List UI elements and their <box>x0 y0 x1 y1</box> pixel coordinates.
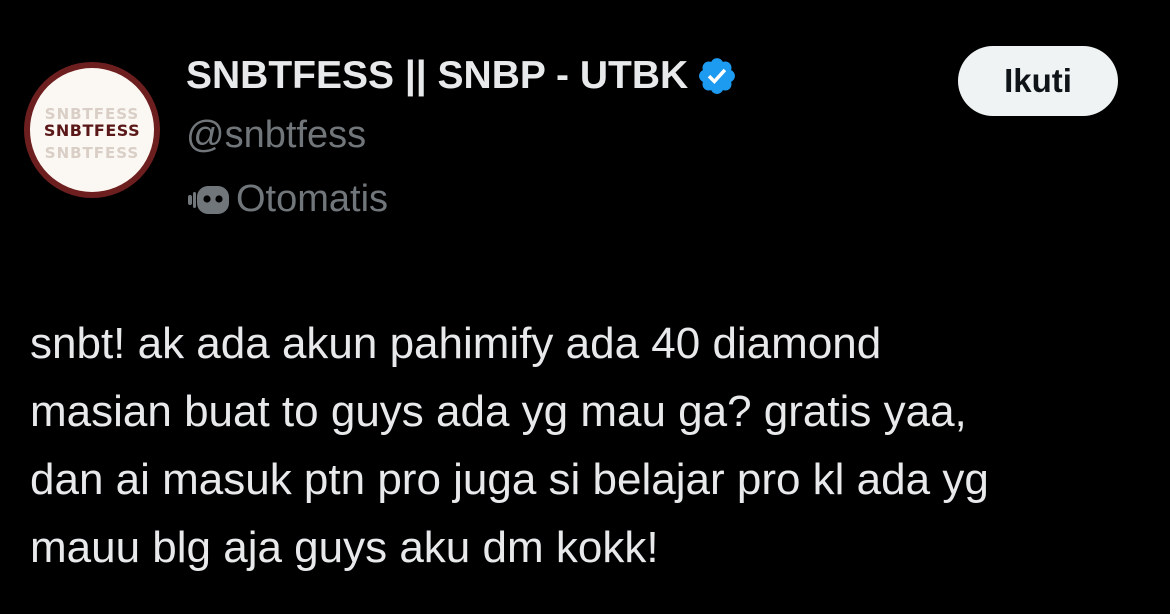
tweet-text-line: mauu blg aja guys aku dm kokk! <box>30 523 659 572</box>
tweet-text-line: dan ai masuk ptn pro juga si belajar pro… <box>30 455 989 504</box>
author-handle[interactable]: @snbtfess <box>186 114 366 157</box>
follow-button[interactable]: Ikuti <box>958 46 1118 116</box>
author-display-name[interactable]: SNBTFESS || SNBP - UTBK <box>186 54 688 98</box>
bot-icon <box>184 180 234 220</box>
tweet-text-line: masian buat to guys ada yg mau ga? grati… <box>30 387 967 436</box>
tweet-body: snbt! ak ada akun pahimify ada 40 diamon… <box>30 310 1150 582</box>
tweet-text-line: snbt! ak ada akun pahimify ada 40 diamon… <box>30 319 882 368</box>
verified-badge-icon[interactable] <box>696 55 738 97</box>
automated-label-text: Otomatis <box>236 178 389 220</box>
avatar-watermark-bottom: SNBTFESS <box>44 144 140 162</box>
avatar-logo-text: SNBTFESS <box>43 120 141 140</box>
author-name-row: SNBTFESS || SNBP - UTBK <box>186 54 738 98</box>
automated-account-label[interactable]: Otomatis <box>184 178 388 221</box>
avatar[interactable]: SNBTFESS SNBTFESS SNBTFESS <box>24 62 160 198</box>
avatar-image: SNBTFESS SNBTFESS SNBTFESS <box>30 68 154 192</box>
